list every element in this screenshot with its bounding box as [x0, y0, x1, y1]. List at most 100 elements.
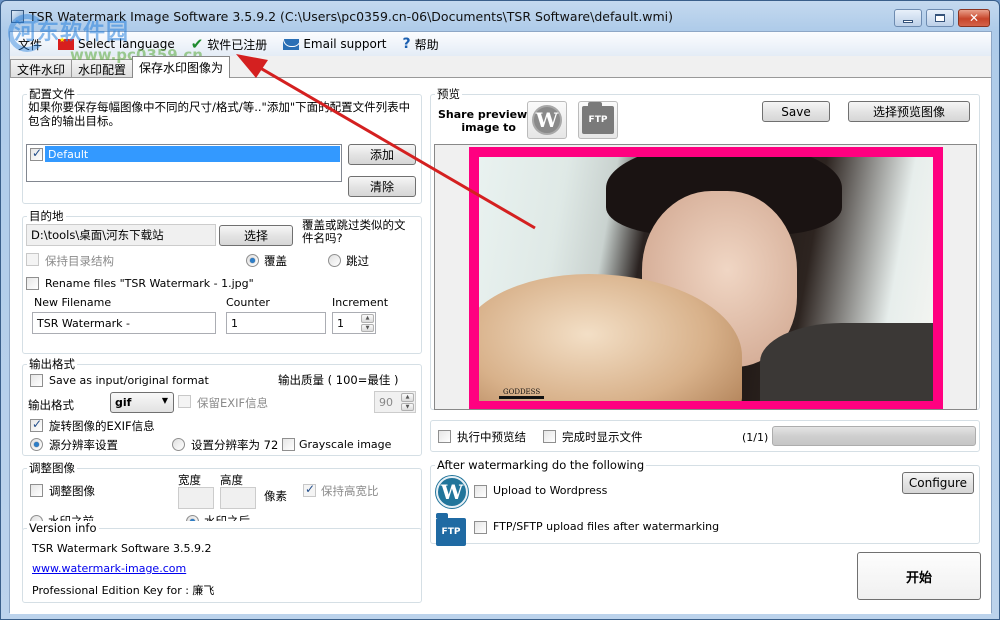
watermark-frame: GODDESS [469, 147, 943, 409]
overwrite-question: 覆盖或跳过类似的文件名吗? [302, 218, 406, 245]
preview-during-label: 执行中预览结 [457, 430, 526, 444]
tab-page-save-as: 配置文件 如果你要保存每幅图像中不同的尺寸/格式/等.."添加"下面的配置文件列… [10, 77, 991, 614]
profile-default-item[interactable]: Default [45, 146, 340, 162]
ftp-icon: FTP [582, 102, 614, 134]
profiles-description: 如果你要保存每幅图像中不同的尺寸/格式/等.."添加"下面的配置文件列表中包含的… [28, 100, 411, 128]
save-original-checkbox[interactable] [30, 374, 43, 387]
new-filename-input[interactable]: TSR Watermark - [32, 312, 216, 334]
ftp-icon: FTP [436, 513, 466, 546]
keep-ratio-checkbox[interactable] [303, 482, 316, 497]
website-link[interactable]: www.watermark-image.com [32, 562, 186, 575]
upload-wordpress-checkbox[interactable] [474, 485, 487, 498]
client-area: 文件 Select language ✔软件已注册 Email support … [9, 31, 992, 614]
choose-preview-image-button[interactable]: 选择预览图像 [848, 101, 970, 122]
spin-up-icon[interactable]: ▲ [361, 314, 374, 323]
keep-exif-checkbox[interactable] [178, 395, 191, 408]
quality-stepper[interactable]: 90 ▲ ▼ [374, 391, 416, 413]
counter-input[interactable]: 1 [226, 312, 326, 334]
keep-structure-label: 保持目录结构 [45, 254, 114, 268]
overwrite-label: 覆盖 [264, 254, 287, 268]
share-label-line2: image to [461, 121, 516, 134]
spin-up-icon[interactable]: ▲ [401, 393, 414, 402]
grayscale-checkbox[interactable] [282, 438, 295, 451]
quality-label: 输出质量 ( 100=最佳 ) [278, 373, 399, 387]
overwrite-radio[interactable] [246, 254, 259, 267]
increment-stepper[interactable]: 1 ▲ ▼ [332, 312, 376, 334]
keep-structure-checkbox[interactable] [26, 253, 39, 266]
profiles-list[interactable]: Default [26, 144, 342, 182]
keep-exif-label: 保留EXIF信息 [197, 396, 269, 410]
menu-registered-label: 软件已注册 [207, 37, 268, 52]
height-label: 高度 [220, 473, 243, 487]
close-button[interactable]: ✕ [958, 9, 990, 27]
save-original-label: Save as input/original format [49, 374, 209, 387]
clear-profiles-button[interactable]: 清除 [348, 176, 416, 197]
spin-down-icon[interactable]: ▼ [361, 323, 374, 332]
choose-destination-button[interactable]: 选择 [219, 225, 293, 246]
destination-path-field[interactable]: D:\tools\桌面\河东下载站 [26, 224, 216, 246]
chevron-down-icon: ▼ [161, 396, 168, 405]
menu-email-label: Email support [303, 37, 387, 51]
set-dpi-label: 设置分辨率为 72 [191, 438, 279, 452]
version-product: TSR Watermark Software 3.5.9.2 [32, 542, 212, 555]
close-icon: ✕ [968, 11, 980, 25]
ftp-upload-label: FTP/SFTP upload files after watermarking [493, 520, 720, 533]
source-dpi-radio[interactable] [30, 438, 43, 451]
share-ftp-button[interactable]: FTP [578, 101, 618, 139]
set-dpi-radio[interactable] [172, 438, 185, 451]
license-key-label: Professional Edition Key for : 廉飞 [32, 584, 215, 597]
add-profile-button[interactable]: 添加 [348, 144, 416, 165]
format-label: 输出格式 [28, 398, 74, 412]
upload-wordpress-label: Upload to Wordpress [493, 484, 608, 497]
skip-radio[interactable] [328, 254, 341, 267]
resize-checkbox[interactable] [30, 484, 43, 497]
source-dpi-label: 源分辨率设置 [49, 438, 118, 452]
menu-help[interactable]: ? 帮助 [395, 33, 447, 55]
preview-during-checkbox[interactable] [438, 430, 451, 443]
rotate-exif-checkbox[interactable] [30, 417, 43, 432]
progress-count: (1/1) [742, 431, 769, 444]
maximize-button[interactable] [926, 9, 954, 27]
quality-value: 90 [379, 395, 393, 409]
destination-legend: 目的地 [29, 209, 64, 223]
save-preview-button[interactable]: Save [762, 101, 830, 122]
share-wordpress-button[interactable]: W [527, 101, 567, 139]
height-input[interactable] [220, 487, 256, 509]
format-select[interactable]: gif ▼ [110, 392, 174, 413]
counter-label: Counter [226, 296, 270, 309]
watermark-logo: GODDESS [499, 388, 545, 399]
increment-spinner[interactable]: ▲ ▼ [361, 314, 374, 332]
menu-help-label: 帮助 [414, 37, 439, 52]
resize-label: 调整图像 [49, 484, 95, 498]
wordpress-icon: W [436, 476, 468, 508]
show-files-label: 完成时显示文件 [562, 430, 643, 444]
help-icon: ? [402, 36, 411, 52]
version-legend: Version info [29, 521, 97, 535]
envelope-icon [283, 38, 300, 50]
minimize-button[interactable] [894, 9, 922, 27]
preview-image-area: GODDESS [434, 144, 977, 410]
before-watermark-label: 水印之前 [48, 514, 94, 521]
spin-down-icon[interactable]: ▼ [401, 402, 414, 411]
start-button[interactable]: 开始 [857, 552, 981, 600]
resize-radio-row: 水印之前 水印之后 [24, 511, 420, 521]
quality-spinner[interactable]: ▲ ▼ [401, 393, 414, 411]
progress-bar [772, 426, 976, 446]
show-files-checkbox[interactable] [543, 430, 556, 443]
profile-default-checkbox[interactable] [30, 146, 43, 161]
configure-button[interactable]: Configure [902, 472, 974, 494]
share-label-line1: Share preview [438, 108, 528, 121]
grayscale-label: Grayscale image [299, 438, 392, 451]
ftp-upload-checkbox[interactable] [474, 521, 487, 534]
pixels-label: 像素 [264, 489, 287, 503]
tab-save-as[interactable]: 保存水印图像为 [132, 56, 231, 78]
menu-email-support[interactable]: Email support [275, 33, 394, 55]
output-format-legend: 输出格式 [29, 357, 75, 371]
format-select-value: gif [115, 396, 132, 409]
maximize-icon [935, 14, 945, 22]
app-window: TSR Watermark Image Software 3.5.9.2 (C:… [0, 0, 1000, 620]
after-legend: After watermarking do the following [437, 458, 645, 472]
tab-file-watermark[interactable]: 文件水印 [10, 59, 73, 78]
width-input[interactable] [178, 487, 214, 509]
rename-files-checkbox[interactable] [26, 277, 39, 290]
